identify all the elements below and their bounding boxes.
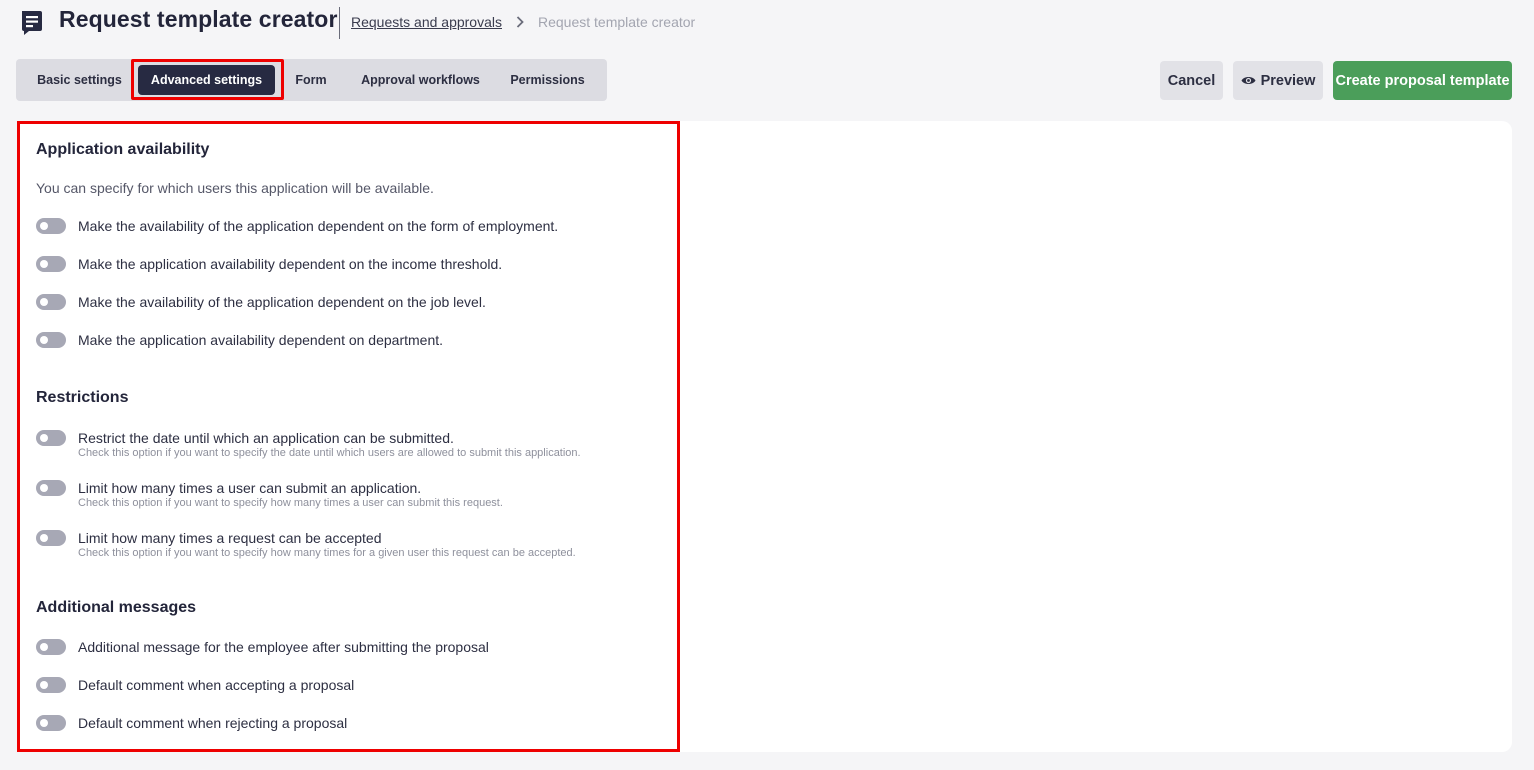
tab-form[interactable]: Form bbox=[282, 65, 340, 95]
section-description-availability: You can specify for which users this app… bbox=[36, 180, 434, 196]
request-document-icon bbox=[22, 11, 42, 35]
toggle-knob bbox=[40, 336, 48, 344]
toggle-label: Restrict the date until which an applica… bbox=[78, 430, 454, 446]
toggle-knob bbox=[40, 260, 48, 268]
preview-button-label: Preview bbox=[1260, 72, 1316, 89]
toggle-label: Limit how many times a request can be ac… bbox=[78, 530, 382, 546]
toggle-label: Additional message for the employee afte… bbox=[78, 639, 489, 655]
toggle-label: Default comment when rejecting a proposa… bbox=[78, 715, 348, 731]
toggle-label: Limit how many times a user can submit a… bbox=[78, 480, 422, 496]
tab-permissions[interactable]: Permissions bbox=[499, 65, 596, 95]
page-header: Request template creator Requests and ap… bbox=[0, 0, 1534, 48]
settings-tabs: Basic settings Advanced settings Form Ap… bbox=[16, 59, 607, 101]
breadcrumb-link-requests[interactable]: Requests and approvals bbox=[351, 14, 502, 30]
tab-approval-workflows[interactable]: Approval workflows bbox=[348, 65, 493, 95]
toggle-label: Make the application availability depend… bbox=[78, 256, 503, 272]
tab-advanced-settings[interactable]: Advanced settings bbox=[138, 65, 275, 95]
toggle-knob bbox=[40, 719, 48, 727]
toggle-row-employment-form: Make the availability of the application… bbox=[36, 217, 558, 235]
toggle-text: Additional message for the employee afte… bbox=[78, 638, 489, 656]
toggle-label: Make the availability of the application… bbox=[78, 218, 559, 234]
toggle-text: Make the application availability depend… bbox=[78, 331, 443, 349]
toggle-hint: Check this option if you want to specify… bbox=[78, 447, 581, 459]
create-proposal-template-button[interactable]: Create proposal template bbox=[1333, 61, 1512, 100]
title-divider bbox=[339, 7, 340, 39]
toggle-text: Default comment when accepting a proposa… bbox=[78, 676, 354, 694]
toggle-knob bbox=[40, 534, 48, 542]
toggle-label: Make the application availability depend… bbox=[78, 332, 444, 348]
chevron-right-icon bbox=[516, 16, 524, 28]
toggle-row-income-threshold: Make the application availability depend… bbox=[36, 255, 502, 273]
toggle-knob bbox=[40, 681, 48, 689]
section-title-restrictions: Restrictions bbox=[36, 389, 129, 406]
toggle-text: Default comment when rejecting a proposa… bbox=[78, 714, 347, 732]
toggle-row-comment-rejecting: Default comment when rejecting a proposa… bbox=[36, 714, 347, 732]
toggle-row-restrict-date: Restrict the date until which an applica… bbox=[36, 429, 581, 460]
toggle-knob bbox=[40, 484, 48, 492]
eye-icon bbox=[1241, 76, 1256, 85]
toggle-label: Make the availability of the application… bbox=[78, 294, 486, 310]
toggle-text: Limit how many times a request can be ac… bbox=[78, 529, 576, 560]
toggle-text: Make the application availability depend… bbox=[78, 255, 502, 273]
toggle-text: Make the availability of the application… bbox=[78, 217, 558, 235]
preview-button[interactable]: Preview bbox=[1233, 61, 1323, 100]
toggle-job-level[interactable] bbox=[36, 294, 66, 310]
toggle-row-message-after-submit: Additional message for the employee afte… bbox=[36, 638, 489, 656]
toggle-limit-acceptances[interactable] bbox=[36, 530, 66, 546]
page-title: Request template creator bbox=[59, 6, 338, 32]
toggle-row-limit-acceptances: Limit how many times a request can be ac… bbox=[36, 529, 576, 560]
toggle-restrict-date[interactable] bbox=[36, 430, 66, 446]
toggle-hint: Check this option if you want to specify… bbox=[78, 497, 503, 509]
breadcrumb: Requests and approvals Request template … bbox=[351, 14, 695, 30]
toggle-employment-form[interactable] bbox=[36, 218, 66, 234]
toggle-knob bbox=[40, 222, 48, 230]
toggle-text: Limit how many times a user can submit a… bbox=[78, 479, 503, 510]
toggle-knob bbox=[40, 643, 48, 651]
toggle-knob bbox=[40, 298, 48, 306]
section-title-availability: Application availability bbox=[36, 141, 210, 158]
cancel-button[interactable]: Cancel bbox=[1160, 61, 1223, 100]
toggle-comment-accepting[interactable] bbox=[36, 677, 66, 693]
toggle-row-limit-submissions: Limit how many times a user can submit a… bbox=[36, 479, 503, 510]
toggle-comment-rejecting[interactable] bbox=[36, 715, 66, 731]
toggle-limit-submissions[interactable] bbox=[36, 480, 66, 496]
toggle-message-after-submit[interactable] bbox=[36, 639, 66, 655]
toggle-knob bbox=[40, 434, 48, 442]
toggle-text: Restrict the date until which an applica… bbox=[78, 429, 581, 460]
toggle-income-threshold[interactable] bbox=[36, 256, 66, 272]
toggle-row-department: Make the application availability depend… bbox=[36, 331, 443, 349]
breadcrumb-current: Request template creator bbox=[538, 14, 696, 30]
section-title-additional-messages: Additional messages bbox=[36, 599, 197, 616]
toggle-hint: Check this option if you want to specify… bbox=[78, 547, 576, 559]
toggle-text: Make the availability of the application… bbox=[78, 293, 486, 311]
toggle-row-job-level: Make the availability of the application… bbox=[36, 293, 486, 311]
toggle-label: Default comment when accepting a proposa… bbox=[78, 677, 355, 693]
tab-basic-settings[interactable]: Basic settings bbox=[26, 65, 133, 95]
toggle-department[interactable] bbox=[36, 332, 66, 348]
toggle-row-comment-accepting: Default comment when accepting a proposa… bbox=[36, 676, 354, 694]
